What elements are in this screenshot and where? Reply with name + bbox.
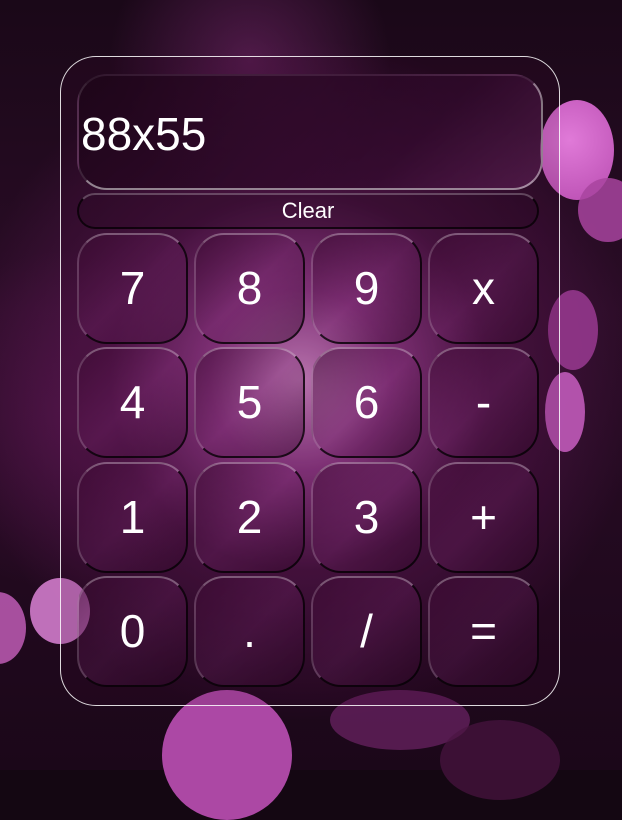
clear-button[interactable]: Clear: [77, 193, 539, 229]
key-2[interactable]: 2: [194, 462, 305, 573]
key-0[interactable]: 0: [77, 576, 188, 687]
key-decimal[interactable]: .: [194, 576, 305, 687]
key-8[interactable]: 8: [194, 233, 305, 344]
key-6[interactable]: 6: [311, 347, 422, 458]
bokeh-circle: [162, 690, 292, 820]
key-multiply[interactable]: x: [428, 233, 539, 344]
key-add[interactable]: +: [428, 462, 539, 573]
bokeh-circle: [0, 592, 26, 664]
key-4[interactable]: 4: [77, 347, 188, 458]
bokeh-circle: [440, 720, 560, 800]
key-1[interactable]: 1: [77, 462, 188, 573]
key-3[interactable]: 3: [311, 462, 422, 573]
key-7[interactable]: 7: [77, 233, 188, 344]
key-subtract[interactable]: -: [428, 347, 539, 458]
key-divide[interactable]: /: [311, 576, 422, 687]
calculator-display: 88x55: [77, 74, 543, 190]
key-5[interactable]: 5: [194, 347, 305, 458]
key-equals[interactable]: =: [428, 576, 539, 687]
key-9[interactable]: 9: [311, 233, 422, 344]
